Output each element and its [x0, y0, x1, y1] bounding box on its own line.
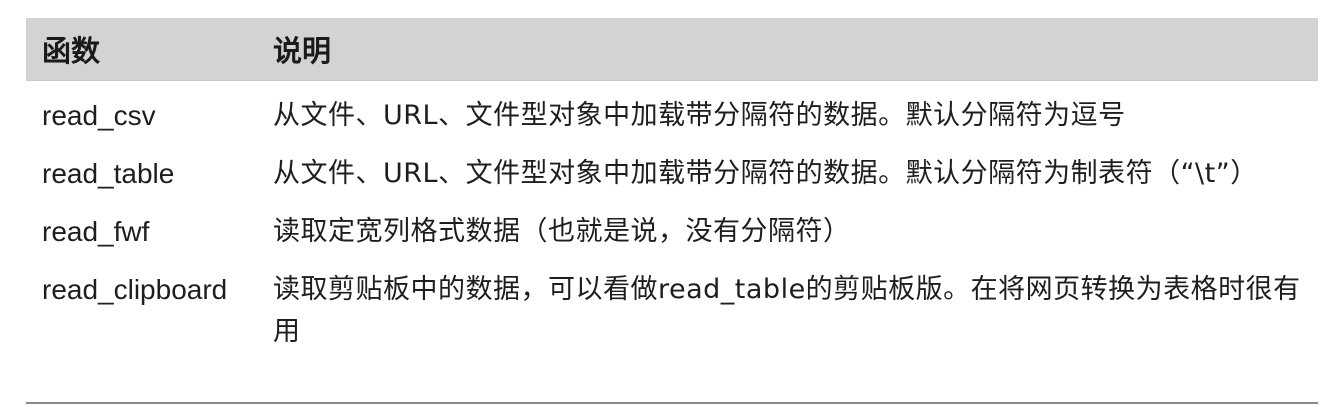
table-row: read_clipboard 读取剪贴板中的数据，可以看做read_table的…	[26, 269, 1318, 353]
function-description: 从文件、URL、文件型对象中加载带分隔符的数据。默认分隔符为制表符（“\t”）	[273, 158, 1258, 189]
function-name: read_csv	[42, 100, 156, 131]
table-header: 函数 说明	[26, 18, 1318, 81]
table-row: read_table 从文件、URL、文件型对象中加载带分隔符的数据。默认分隔符…	[26, 153, 1318, 195]
table-bottom-rule	[26, 402, 1318, 404]
table-body: read_csv 从文件、URL、文件型对象中加载带分隔符的数据。默认分隔符为逗…	[26, 81, 1318, 353]
function-description: 读取剪贴板中的数据，可以看做read_table的剪贴板版。在将网页转换为表格时…	[273, 274, 1301, 347]
function-description: 读取定宽列格式数据（也就是说，没有分隔符）	[273, 216, 851, 247]
function-table: 函数 说明 read_csv 从文件、URL、文件型对象中加载带分隔符的数据。默…	[26, 18, 1318, 369]
function-name: read_table	[42, 158, 175, 189]
function-name: read_fwf	[42, 216, 150, 247]
table-row: read_csv 从文件、URL、文件型对象中加载带分隔符的数据。默认分隔符为逗…	[26, 95, 1318, 137]
header-description: 说明	[273, 34, 332, 68]
function-description: 从文件、URL、文件型对象中加载带分隔符的数据。默认分隔符为逗号	[273, 100, 1126, 131]
table-row: read_fwf 读取定宽列格式数据（也就是说，没有分隔符）	[26, 211, 1318, 253]
header-function: 函数	[42, 34, 101, 68]
function-name: read_clipboard	[42, 274, 228, 305]
